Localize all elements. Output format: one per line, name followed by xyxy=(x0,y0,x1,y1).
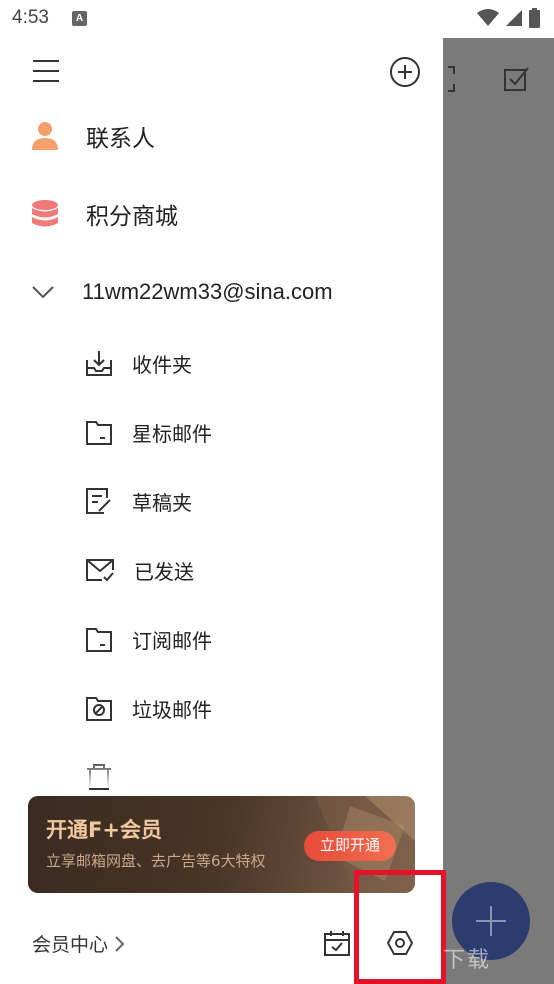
member-center-label: 会员中心 xyxy=(32,934,109,956)
nav-contacts-label: 联系人 xyxy=(86,126,155,152)
account-email: 11wm22wm33@sina.com xyxy=(82,279,333,304)
chevron-down-icon xyxy=(32,286,54,299)
promo-subtitle: 立享邮箱网盘、去广告等6大特权 xyxy=(46,852,266,870)
inbox-icon xyxy=(86,351,112,376)
menu-icon[interactable] xyxy=(33,60,59,82)
wifi-icon xyxy=(477,9,499,26)
nav-contacts[interactable]: 联系人 xyxy=(0,116,443,156)
calendar-check-icon[interactable] xyxy=(324,930,350,956)
folder-spam[interactable]: 垃圾邮件 xyxy=(86,691,212,725)
status-time: 4:53 xyxy=(12,7,49,28)
folder-drafts[interactable]: 草稿夹 xyxy=(86,484,192,518)
folder-label: 收件夹 xyxy=(132,352,192,377)
watermark: 一听下载 xyxy=(395,948,492,973)
cellular-icon xyxy=(506,10,522,26)
navigation-drawer: 联系人 积分商城 11wm22wm33@sina.com 收件夹 星标邮件 草稿… xyxy=(0,38,443,984)
account-expander[interactable]: 11wm22wm33@sina.com xyxy=(0,272,443,312)
nav-points-mall[interactable]: 积分商城 xyxy=(0,194,443,234)
contacts-person-icon xyxy=(32,122,58,150)
nav-points-mall-label: 积分商城 xyxy=(86,204,178,230)
status-indicators xyxy=(477,8,540,28)
folder-starred[interactable]: 星标邮件 xyxy=(86,415,212,449)
folder-subscriptions[interactable]: 订阅邮件 xyxy=(86,622,212,656)
folder-inbox[interactable]: 收件夹 xyxy=(86,346,192,380)
folder-icon xyxy=(86,421,112,445)
draft-icon xyxy=(86,488,111,514)
list-fade xyxy=(0,758,443,788)
add-circle-icon[interactable] xyxy=(389,56,421,88)
select-check-icon[interactable] xyxy=(504,66,530,92)
folder-label: 草稿夹 xyxy=(132,490,192,515)
points-coins-icon xyxy=(32,200,58,227)
spam-folder-icon xyxy=(86,697,112,721)
member-center-link[interactable]: 会员中心 xyxy=(32,930,126,957)
sent-icon xyxy=(86,559,114,582)
folder-icon xyxy=(86,628,112,652)
dimmed-main-content[interactable] xyxy=(443,38,554,984)
activate-now-button[interactable]: 立即开通 xyxy=(304,831,396,861)
notification-a-icon: A xyxy=(72,11,87,26)
promo-title: 开通F+会员 xyxy=(46,818,162,842)
status-bar: 4:53 A xyxy=(0,0,554,38)
folder-label: 星标邮件 xyxy=(132,421,212,446)
folder-label: 垃圾邮件 xyxy=(132,697,212,722)
folder-label: 已发送 xyxy=(134,559,194,584)
folder-label: 订阅邮件 xyxy=(132,628,212,653)
chevron-right-icon xyxy=(115,935,125,952)
folder-sent[interactable]: 已发送 xyxy=(86,553,194,587)
battery-icon xyxy=(529,8,540,28)
